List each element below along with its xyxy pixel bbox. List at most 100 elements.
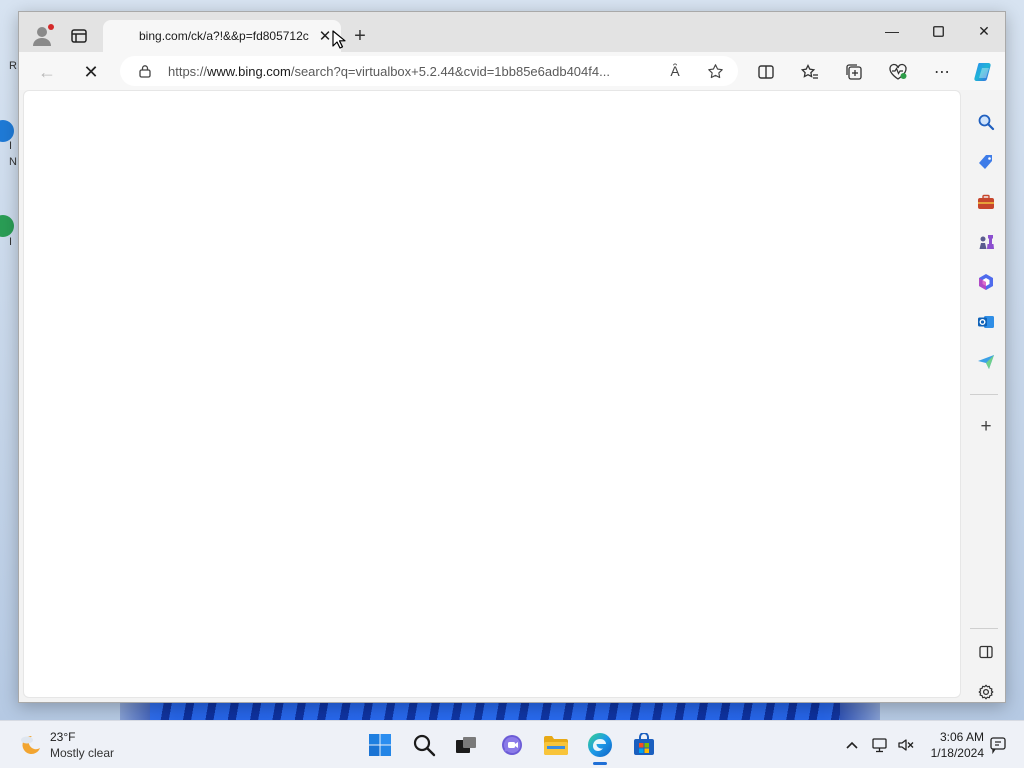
volume-muted-icon bbox=[898, 739, 914, 751]
settings-icon bbox=[978, 684, 994, 700]
maximize-button[interactable] bbox=[915, 16, 961, 46]
profile-button[interactable] bbox=[27, 22, 57, 50]
url-prefix: https:// bbox=[168, 64, 208, 79]
title-bar: bing.com/ck/a?!&&p=fd805712c ✕ + — ✕ bbox=[19, 12, 1005, 52]
start-icon bbox=[369, 734, 391, 756]
desktop-icon-label: I bbox=[9, 236, 13, 248]
close-icon: ✕ bbox=[978, 22, 990, 39]
store-icon bbox=[634, 733, 654, 755]
sidebar-shopping-button[interactable] bbox=[972, 148, 1000, 176]
desktop-icon[interactable] bbox=[0, 215, 14, 237]
sidebar-microsoft365-button[interactable] bbox=[972, 268, 1000, 296]
maximize-icon bbox=[932, 25, 944, 37]
favorite-button[interactable] bbox=[704, 60, 726, 82]
active-app-indicator bbox=[593, 762, 607, 765]
start-button[interactable] bbox=[362, 727, 398, 763]
url-domain: www.bing.com bbox=[207, 64, 291, 79]
notifications-icon bbox=[990, 737, 1006, 754]
window-close-button[interactable]: ✕ bbox=[961, 16, 1007, 46]
drop-icon bbox=[978, 355, 994, 369]
address-bar[interactable]: https://www.bing.com/search?q=virtualbox… bbox=[120, 56, 738, 86]
show-hidden-icons-button[interactable] bbox=[840, 733, 864, 757]
read-aloud-icon: Ȃ bbox=[670, 63, 680, 79]
stop-loading-button[interactable]: ✕ bbox=[77, 58, 105, 86]
weather-widget[interactable]: 23°F Mostly clear bbox=[12, 725, 154, 765]
edge-sidebar: + bbox=[967, 90, 1005, 702]
moon-cloud-icon bbox=[21, 735, 40, 754]
shopping-icon bbox=[979, 155, 992, 169]
toolbar: ← ✕ https://www.bing.com/search?q=virtua… bbox=[19, 52, 1005, 90]
read-aloud-button[interactable]: Ȃ bbox=[664, 60, 686, 82]
url-path: /search?q=virtualbox+5.2.44&cvid=1bb85e6… bbox=[290, 64, 610, 79]
tab-active[interactable]: bing.com/ck/a?!&&p=fd805712c ✕ bbox=[103, 20, 341, 52]
microsoft365-icon bbox=[979, 274, 993, 290]
tab-actions-button[interactable] bbox=[67, 24, 91, 48]
task-view-icon bbox=[456, 737, 476, 753]
more-button[interactable]: ⋯ bbox=[929, 59, 955, 85]
tab-title: bing.com/ck/a?!&&p=fd805712c bbox=[139, 29, 309, 43]
sidebar-search-button[interactable] bbox=[972, 108, 1000, 136]
stop-loading-icon: ✕ bbox=[83, 61, 99, 82]
mouse-cursor-icon bbox=[332, 30, 346, 49]
clock-time: 3:06 AM bbox=[939, 730, 984, 744]
favorites-button[interactable] bbox=[797, 59, 823, 85]
back-icon: ← bbox=[38, 61, 56, 82]
desktop-icon-label: N bbox=[9, 156, 17, 168]
close-icon: ✕ bbox=[318, 28, 332, 45]
sidebar-tools-button[interactable] bbox=[972, 188, 1000, 216]
more-icon: ⋯ bbox=[934, 64, 950, 81]
browser-essentials-button[interactable] bbox=[885, 59, 911, 85]
task-view-button[interactable] bbox=[448, 727, 484, 763]
copilot-button[interactable] bbox=[971, 59, 997, 85]
sidebar-add-button[interactable]: + bbox=[972, 413, 1000, 441]
sidebar-games-button[interactable] bbox=[972, 228, 1000, 256]
plus-icon: + bbox=[354, 24, 366, 47]
page-content[interactable] bbox=[23, 90, 961, 698]
collections-button[interactable] bbox=[841, 59, 867, 85]
split-screen-button[interactable] bbox=[753, 59, 779, 85]
desktop-icon-label: R bbox=[9, 60, 17, 72]
sidebar-divider bbox=[970, 628, 998, 629]
favorite-star-icon bbox=[707, 63, 723, 78]
taskbar: 23°F Mostly clear 3:06 AM 1/18/2024 bbox=[0, 720, 1024, 768]
edge-icon bbox=[588, 733, 612, 757]
file-explorer-button[interactable] bbox=[538, 727, 574, 763]
clock[interactable]: 3:06 AM 1/18/2024 bbox=[922, 729, 984, 761]
sidebar-divider bbox=[970, 394, 998, 395]
chat-icon bbox=[502, 735, 522, 755]
store-button[interactable] bbox=[626, 727, 662, 763]
desktop-icon-label: I bbox=[9, 140, 13, 152]
wallpaper-stripes bbox=[150, 700, 840, 720]
sidebar-settings-button[interactable] bbox=[972, 678, 1000, 706]
browser-window: bing.com/ck/a?!&&p=fd805712c ✕ + — ✕ ← ✕ bbox=[18, 11, 1006, 703]
collections-icon bbox=[846, 64, 862, 80]
search-icon bbox=[413, 734, 436, 757]
search-icon bbox=[978, 114, 995, 131]
tab-close-button[interactable]: ✕ bbox=[317, 28, 333, 45]
chevron-up-icon bbox=[846, 741, 858, 749]
new-tab-button[interactable]: + bbox=[349, 25, 371, 47]
sidebar-outlook-button[interactable] bbox=[972, 308, 1000, 336]
edge-button[interactable] bbox=[582, 727, 618, 763]
outlook-icon bbox=[978, 316, 994, 328]
chat-button[interactable] bbox=[494, 727, 530, 763]
network-button[interactable] bbox=[868, 733, 892, 757]
minimize-button[interactable]: — bbox=[869, 16, 915, 46]
back-button[interactable]: ← bbox=[33, 58, 61, 86]
tools-icon bbox=[978, 194, 994, 209]
file-explorer-icon bbox=[544, 736, 568, 755]
lock-icon[interactable] bbox=[138, 64, 152, 78]
split-screen-icon bbox=[758, 65, 774, 79]
taskbar-search-button[interactable] bbox=[406, 727, 442, 763]
weather-temperature: 23°F bbox=[50, 730, 76, 744]
hide-sidebar-button[interactable] bbox=[972, 638, 1000, 666]
notifications-button[interactable] bbox=[986, 733, 1010, 757]
weather-description: Mostly clear bbox=[50, 746, 115, 760]
clock-date: 1/18/2024 bbox=[930, 746, 984, 760]
volume-button[interactable] bbox=[894, 733, 918, 757]
network-icon bbox=[872, 738, 887, 753]
favorites-icon bbox=[801, 64, 818, 79]
desktop-icon[interactable] bbox=[0, 120, 14, 142]
url-text[interactable]: https://www.bing.com/search?q=virtualbox… bbox=[168, 64, 658, 79]
sidebar-drop-button[interactable] bbox=[972, 348, 1000, 376]
